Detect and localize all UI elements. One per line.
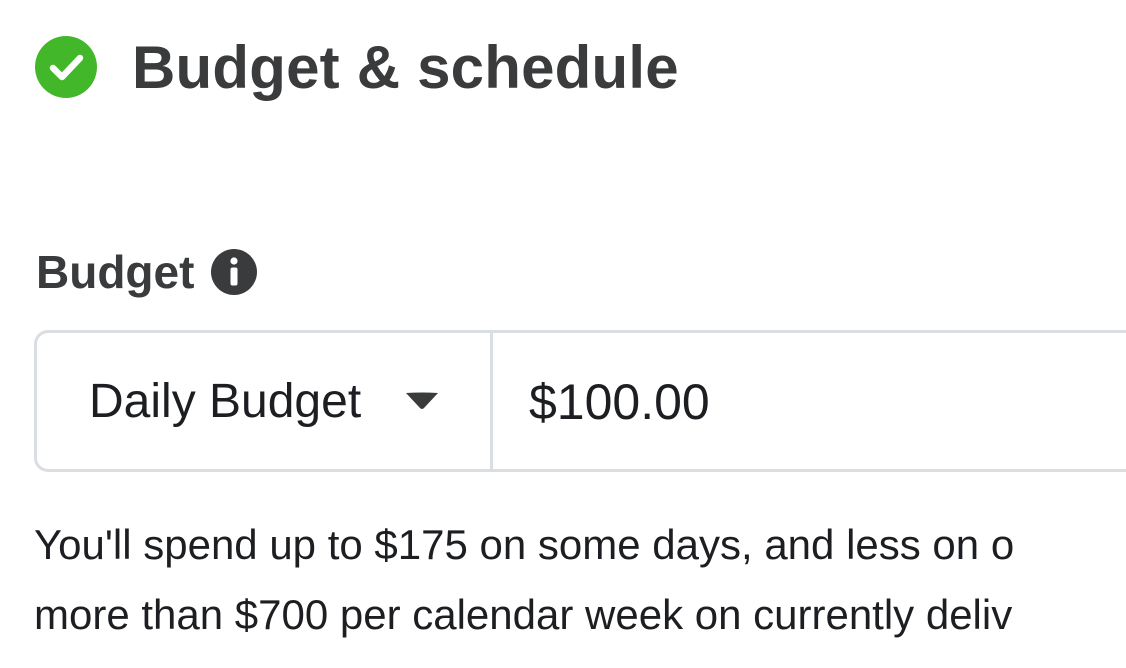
- help-text-line: You'll spend up to $175 on some days, an…: [34, 521, 1015, 568]
- budget-control: Daily Budget: [34, 330, 1126, 472]
- budget-amount-input[interactable]: [493, 333, 1126, 469]
- section-title: Budget & schedule: [132, 33, 679, 101]
- help-text-line: more than $700 per calendar week on curr…: [34, 591, 1013, 638]
- budget-label-row: Budget: [36, 240, 258, 304]
- budget-help-text: You'll spend up to $175 on some days, an…: [34, 510, 1126, 650]
- budget-type-dropdown[interactable]: Daily Budget: [37, 333, 493, 469]
- budget-type-value: Daily Budget: [89, 374, 362, 428]
- budget-label: Budget: [36, 246, 195, 298]
- info-icon[interactable]: [210, 248, 258, 296]
- chevron-down-icon: [404, 390, 440, 412]
- section-header: Budget & schedule: [34, 32, 679, 102]
- check-circle-icon: [34, 35, 98, 99]
